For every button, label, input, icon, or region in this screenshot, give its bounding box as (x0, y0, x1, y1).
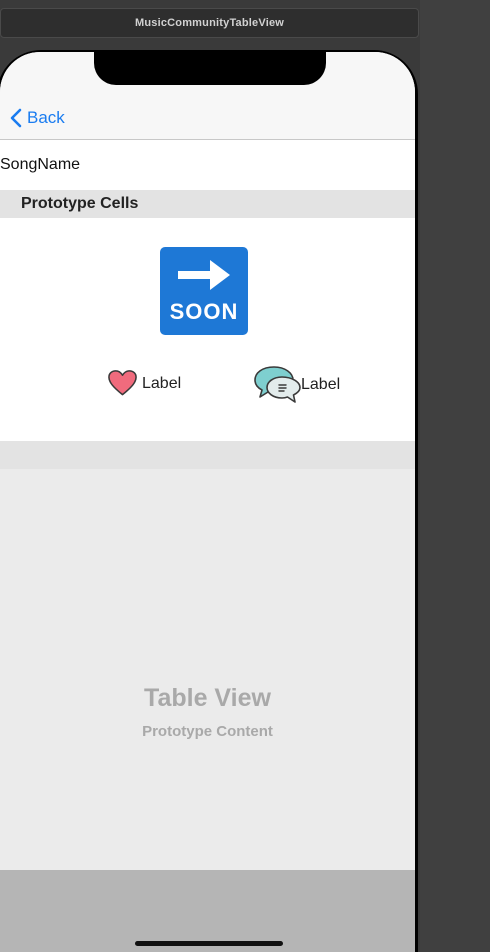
arrow-right-icon (178, 260, 230, 290)
section-title: Prototype Cells (21, 195, 139, 212)
song-name-label: SongName (0, 156, 81, 173)
placeholder-title: Table View (144, 684, 271, 712)
heart-icon[interactable] (107, 369, 138, 397)
bottom-bar (0, 870, 415, 952)
comment-count-label: Label (301, 376, 341, 393)
device-screen: Back SongName Prototype Cells SOON Label… (0, 52, 415, 952)
song-name-header: SongName (0, 140, 415, 190)
inspector-panel (420, 0, 490, 952)
like-count-label: Label (142, 375, 182, 392)
section-header: Prototype Cells (0, 190, 415, 218)
device-frame: Back SongName Prototype Cells SOON Label… (0, 50, 418, 952)
placeholder-subtitle: Prototype Content (142, 723, 273, 740)
window-title-bar: MusicCommunityTableView (0, 8, 419, 38)
chevron-left-icon (10, 108, 22, 128)
section-footer (0, 441, 415, 469)
home-indicator (135, 941, 283, 946)
back-label: Back (27, 108, 65, 127)
chat-bubbles-icon[interactable] (252, 364, 304, 406)
prototype-cell[interactable]: SOON Label Label (0, 218, 415, 441)
soon-image: SOON (160, 247, 248, 335)
back-button[interactable]: Back (10, 108, 65, 128)
prototype-content-placeholder: Table View Prototype Content (0, 469, 415, 869)
soon-label: SOON (169, 299, 239, 324)
table-view[interactable]: SongName Prototype Cells SOON Label Labe… (0, 140, 415, 952)
window-title: MusicCommunityTableView (134, 17, 285, 29)
device-notch (94, 52, 326, 85)
